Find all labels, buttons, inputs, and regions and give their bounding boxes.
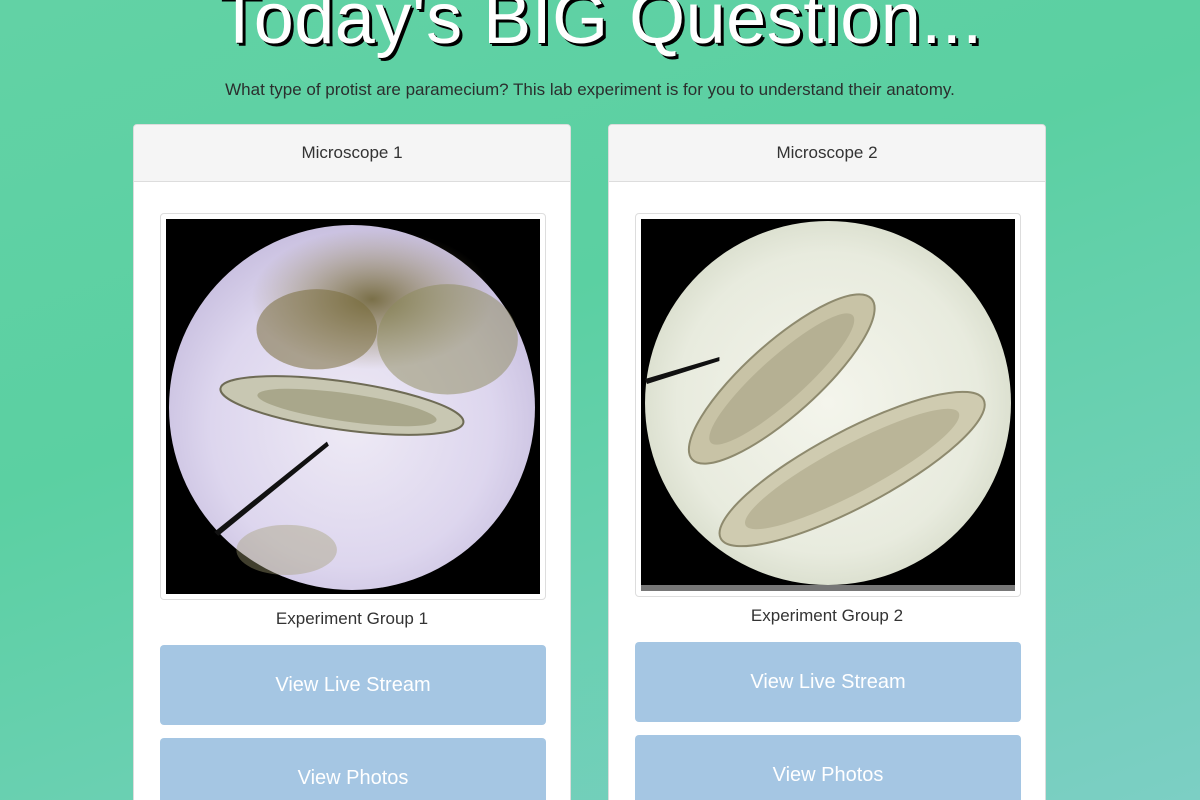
microscope-image-thumbnail[interactable]: [635, 213, 1021, 597]
view-live-stream-button[interactable]: View Live Stream: [635, 642, 1021, 722]
experiment-group-label: Experiment Group 1: [275, 609, 429, 628]
microscope-image: [641, 219, 1015, 591]
view-photos-button[interactable]: View Photos: [635, 735, 1021, 800]
view-photos-button[interactable]: View Photos: [160, 738, 546, 800]
card-header: Microscope 2: [609, 125, 1045, 182]
card-header: Microscope 1: [134, 125, 570, 182]
page-title: Today's BIG Question...: [217, 0, 983, 59]
view-live-stream-button[interactable]: View Live Stream: [160, 645, 546, 725]
microscope-card-1: Microscope 1 Experiment Group 1 View Liv…: [133, 124, 571, 800]
microscope-image-thumbnail[interactable]: [160, 213, 546, 600]
microscope-image: [166, 219, 540, 594]
page-subtitle: What type of protist are paramecium? Thi…: [225, 80, 955, 99]
microscope-card-2: Microscope 2 Experiment Group 2 View Liv…: [608, 124, 1046, 800]
experiment-group-label: Experiment Group 2: [750, 606, 904, 625]
